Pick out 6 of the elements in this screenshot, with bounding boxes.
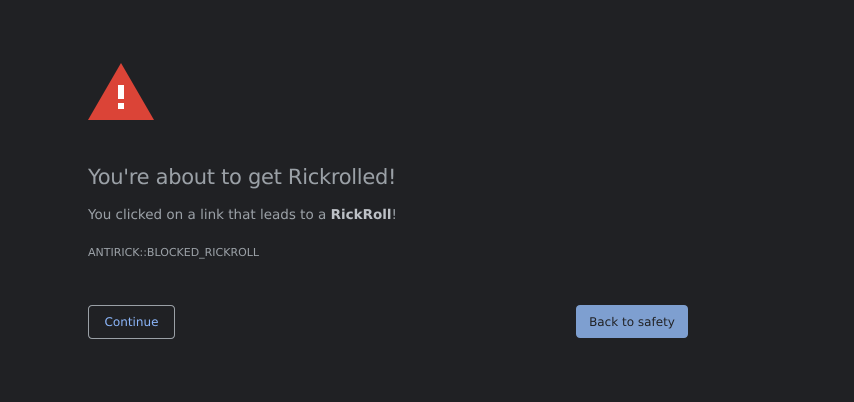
continue-button[interactable]: Continue <box>88 305 175 339</box>
warning-message: You clicked on a link that leads to a RickRoll! <box>88 206 398 225</box>
error-code: ANTIRICK::BLOCKED_RICKROLL <box>88 245 260 261</box>
page-heading: You're about to get Rickrolled! <box>88 164 398 191</box>
back-to-safety-button[interactable]: Back to safety <box>576 305 688 338</box>
warning-icon <box>88 63 154 120</box>
